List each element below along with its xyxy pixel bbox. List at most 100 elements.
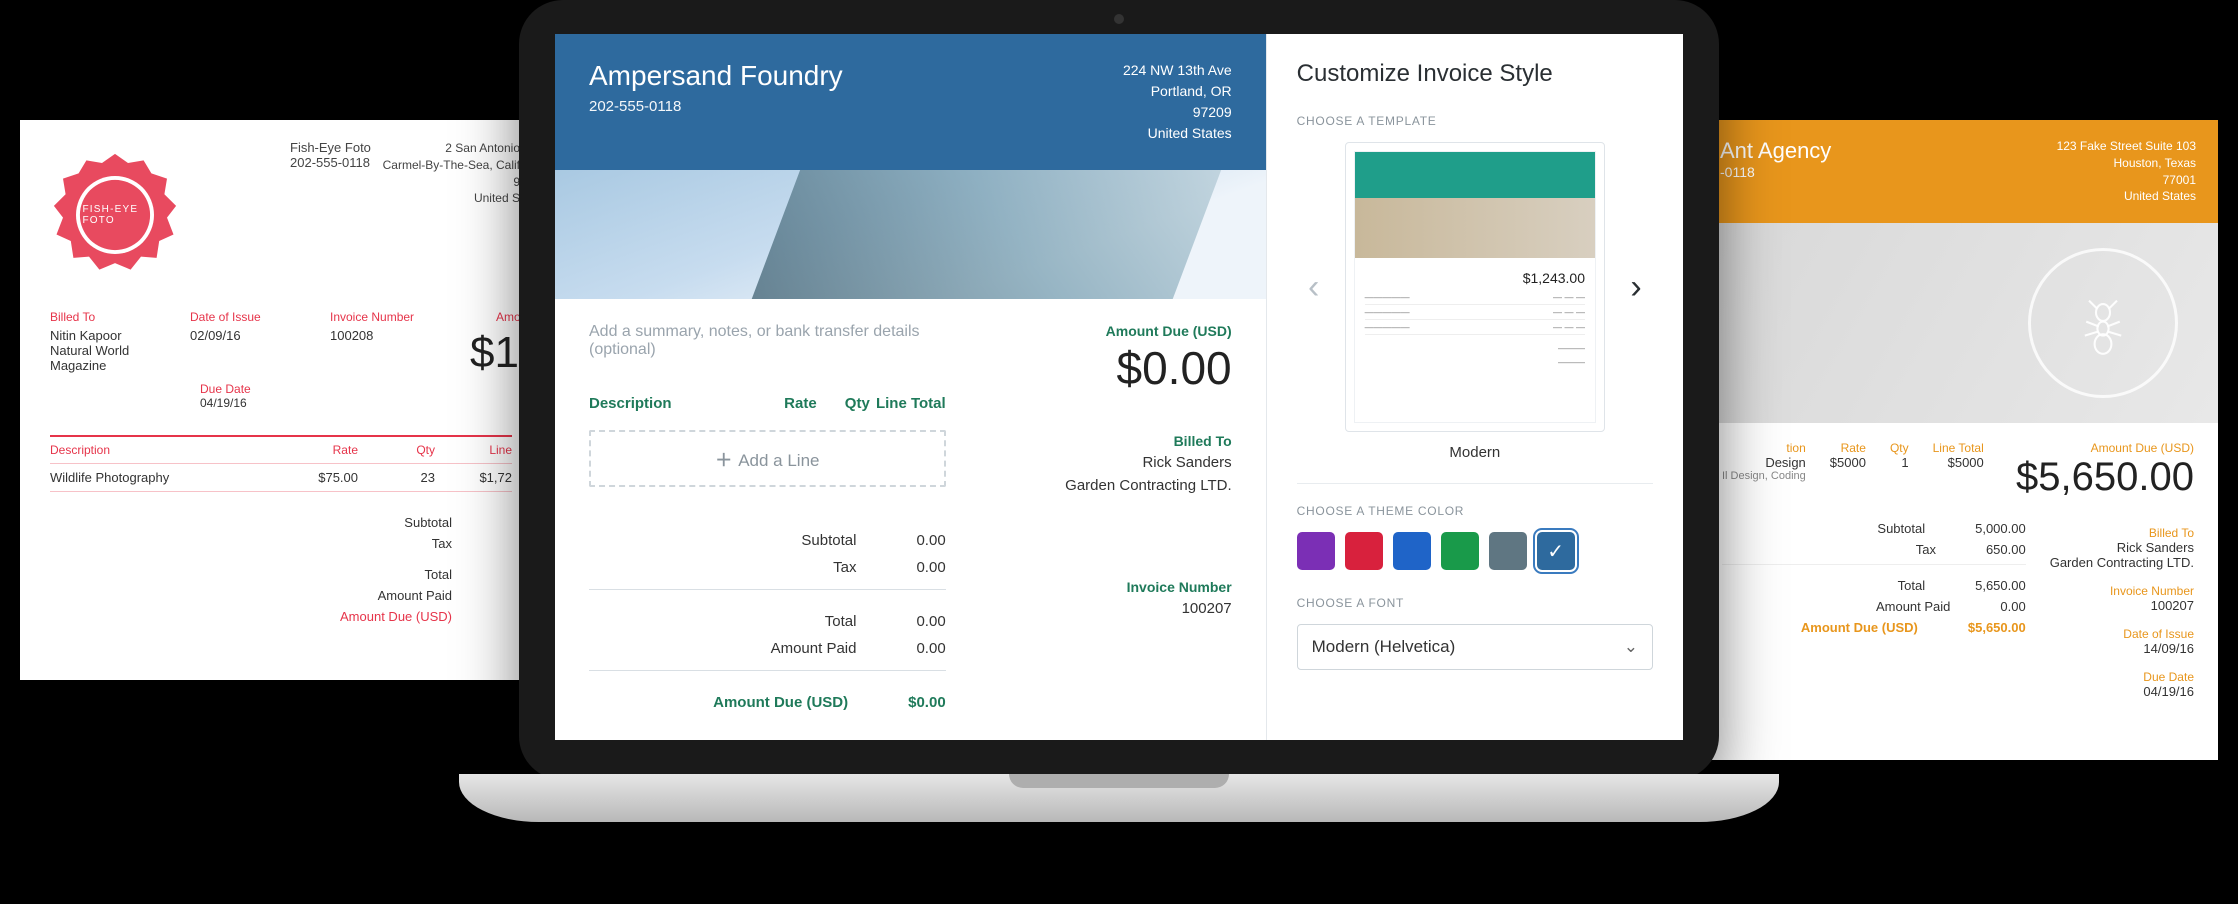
tax-label: Tax bbox=[432, 536, 452, 551]
billed-to-label: Billed To bbox=[986, 431, 1232, 452]
template-card[interactable]: $1,243.00 —————— — — —————— — — —————— —… bbox=[1345, 142, 1605, 432]
laptop-base bbox=[459, 774, 1779, 822]
addr-line: Houston, Texas bbox=[2057, 155, 2196, 172]
amount-due-big: $5,650.00 bbox=[2016, 455, 2194, 500]
invoice-num-value: 100208 bbox=[330, 328, 430, 343]
invoice-num-label: Invoice Number bbox=[986, 577, 1232, 598]
hero-image bbox=[555, 170, 1266, 299]
section-color-label: CHOOSE A THEME COLOR bbox=[1297, 504, 1653, 518]
subtotal-label: Subtotal bbox=[1877, 521, 1925, 536]
tax-value: 0.00 bbox=[916, 559, 945, 576]
amount-due-value: $5,650.00 bbox=[1968, 620, 2026, 635]
customize-panel: Customize Invoice Style CHOOSE A TEMPLAT… bbox=[1266, 34, 1683, 740]
total-value: 5,650.00 bbox=[1975, 578, 2026, 593]
color-swatch-blue[interactable] bbox=[1393, 532, 1431, 570]
invoice-num-label: Invoice Number bbox=[2050, 584, 2194, 598]
section-font-label: CHOOSE A FONT bbox=[1297, 596, 1653, 610]
chevron-down-icon: ⌄ bbox=[1624, 637, 1638, 657]
billed-to-org: Garden Contracting LTD. bbox=[2050, 555, 2194, 570]
color-swatch-custom[interactable]: ✓ bbox=[1537, 532, 1575, 570]
billed-to-label: Billed To bbox=[50, 310, 150, 324]
color-swatch-green[interactable] bbox=[1441, 532, 1479, 570]
color-swatch-red[interactable] bbox=[1345, 532, 1383, 570]
th-linetotal: Line Total bbox=[870, 395, 946, 412]
amount-due-label: Amount Due (USD) bbox=[713, 694, 848, 711]
th-qty: Qty bbox=[358, 443, 435, 457]
template-name: Modern bbox=[1297, 432, 1653, 463]
company-phone: 202-555-0118 bbox=[290, 155, 371, 170]
invoice-num-value: 100207 bbox=[986, 598, 1232, 621]
panel-title: Customize Invoice Style bbox=[1297, 60, 1653, 88]
due-date-label: Due Date bbox=[200, 382, 251, 396]
th-description: Description bbox=[50, 443, 281, 457]
total-label: Total bbox=[425, 567, 452, 582]
tax-label: Tax bbox=[1916, 542, 1936, 557]
cell-qty: 1 bbox=[1890, 455, 1909, 470]
total-value: 0.00 bbox=[916, 613, 945, 630]
amount-paid-label: Amount Paid bbox=[378, 588, 452, 603]
color-swatches: ✓ bbox=[1297, 532, 1653, 570]
addr-line: Portland, OR bbox=[1123, 81, 1232, 102]
add-line-button[interactable]: ＋ Add a Line bbox=[589, 430, 946, 487]
add-line-label: Add a Line bbox=[738, 451, 819, 470]
font-select-value: Modern (Helvetica) bbox=[1312, 637, 1456, 657]
th-qty: Qty bbox=[817, 395, 870, 412]
subtotal-label: Subtotal bbox=[404, 515, 452, 530]
color-swatch-purple[interactable] bbox=[1297, 532, 1335, 570]
addr-line: United States bbox=[1123, 123, 1232, 144]
amount-paid-label: Amount Paid bbox=[771, 640, 857, 657]
th-rate: Rate bbox=[741, 395, 817, 412]
billed-to-name: Nitin Kapoor bbox=[50, 328, 150, 343]
amount-due-label: Amount Due (USD) bbox=[2016, 441, 2194, 455]
subtotal-value: 5,000.00 bbox=[1975, 521, 2026, 536]
logo-text: FISH-EYE FOTO bbox=[83, 204, 148, 226]
due-date-label: Due Date bbox=[2050, 670, 2194, 684]
cell-desc: Wildlife Photography bbox=[50, 470, 281, 485]
date-issue-value: 02/09/16 bbox=[190, 328, 290, 343]
amount-due-header-label: Amount Due (USD) bbox=[986, 323, 1232, 339]
template-prev-button[interactable]: ‹ bbox=[1297, 270, 1331, 304]
billed-to-name: Rick Sanders bbox=[2050, 540, 2194, 555]
company-name: Ampersand Foundry bbox=[589, 60, 843, 92]
divider bbox=[1297, 483, 1653, 484]
cell-rate: $75.00 bbox=[281, 470, 358, 485]
font-select[interactable]: Modern (Helvetica) ⌄ bbox=[1297, 624, 1653, 670]
laptop-frame: Ampersand Foundry 202-555-0118 224 NW 13… bbox=[459, 0, 1779, 880]
total-label: Total bbox=[1898, 578, 1925, 593]
template-next-button[interactable]: › bbox=[1619, 270, 1653, 304]
addr-line: 123 Fake Street Suite 103 bbox=[2057, 138, 2196, 155]
addr-line: 97209 bbox=[1123, 102, 1232, 123]
chevron-right-icon: › bbox=[1630, 268, 1641, 307]
amount-paid-value: 0.00 bbox=[916, 640, 945, 657]
company-phone: 202-555-0118 bbox=[589, 98, 843, 115]
amount-due-big: $0.00 bbox=[986, 341, 1232, 395]
color-swatch-slate[interactable] bbox=[1489, 532, 1527, 570]
billed-to-org: Natural World Magazine bbox=[50, 343, 150, 373]
amount-paid-value: 0.00 bbox=[2000, 599, 2025, 614]
due-date-value: 04/19/16 bbox=[2050, 684, 2194, 699]
thumb-amount: $1,243.00 bbox=[1365, 270, 1585, 286]
amount-due-label-2: Amount Due (USD) bbox=[1801, 620, 1918, 635]
total-label: Total bbox=[825, 613, 857, 630]
tax-label: Tax bbox=[833, 559, 856, 576]
summary-input[interactable]: Add a summary, notes, or bank transfer d… bbox=[589, 323, 946, 359]
amount-due-label: Amount Due (USD) bbox=[340, 609, 452, 624]
check-icon: ✓ bbox=[1547, 539, 1564, 564]
amount-paid-label: Amount Paid bbox=[1876, 599, 1950, 614]
table-row: Wildlife Photography $75.00 23 $1,72 bbox=[50, 464, 512, 492]
invoice-editor: Ampersand Foundry 202-555-0118 224 NW 13… bbox=[555, 34, 1266, 740]
billed-to-org: Garden Contracting LTD. bbox=[986, 475, 1232, 498]
section-template-label: CHOOSE A TEMPLATE bbox=[1297, 114, 1653, 128]
th-qty: Qty bbox=[1890, 441, 1909, 455]
invoice-num-value: 100207 bbox=[2050, 598, 2194, 613]
th-rate: Rate bbox=[1830, 441, 1866, 455]
ant-logo-badge bbox=[2028, 248, 2178, 398]
addr-line: United States bbox=[2057, 188, 2196, 205]
plus-icon: ＋ bbox=[715, 451, 732, 470]
date-issue-value: 14/09/16 bbox=[2050, 641, 2194, 656]
subtotal-label: Subtotal bbox=[801, 532, 856, 549]
addr-line: 224 NW 13th Ave bbox=[1123, 60, 1232, 81]
fisheye-logo: FISH-EYE FOTO bbox=[50, 150, 180, 280]
billed-to-name: Rick Sanders bbox=[986, 452, 1232, 475]
cell-rate: $5000 bbox=[1830, 455, 1866, 470]
